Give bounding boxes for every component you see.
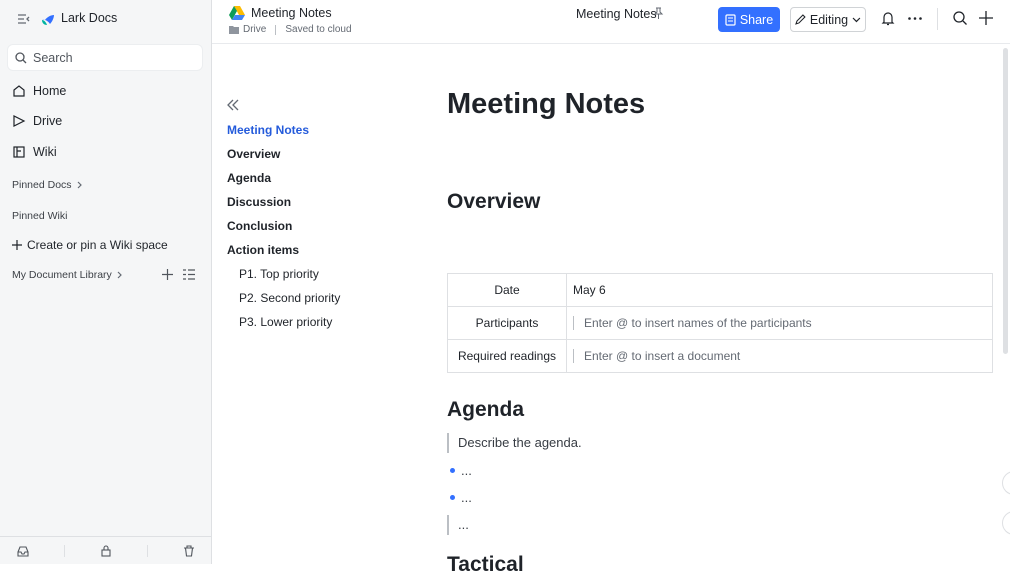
table-cell-label[interactable]: Date xyxy=(447,273,567,307)
sidebar-item-wiki[interactable]: Wiki xyxy=(12,140,202,164)
divider xyxy=(64,544,66,557)
doc-location[interactable]: Drive xyxy=(243,24,266,35)
side-more-tab[interactable] xyxy=(1002,511,1010,535)
search-input[interactable]: Search xyxy=(7,44,203,71)
collapse-outline-icon[interactable] xyxy=(227,99,239,111)
share-doc-icon xyxy=(725,13,736,26)
list-item[interactable]: ... xyxy=(450,490,472,505)
lock-icon[interactable] xyxy=(100,544,112,557)
doc-library-label: My Document Library xyxy=(12,269,112,281)
search-icon[interactable] xyxy=(953,11,967,25)
heading-overview[interactable]: Overview xyxy=(447,190,540,214)
doc-heading-title[interactable]: Meeting Notes xyxy=(447,88,645,121)
chevron-down-icon xyxy=(852,17,861,23)
readings-placeholder: Enter @ to insert a document xyxy=(573,349,741,363)
toc-item-meeting-notes[interactable]: Meeting Notes xyxy=(227,123,309,137)
toc-subitem-p3[interactable]: P3. Lower priority xyxy=(239,315,332,329)
bullet-dot xyxy=(450,495,455,500)
plus-icon[interactable] xyxy=(979,11,993,25)
share-button[interactable]: Share xyxy=(718,7,780,32)
lark-logo-icon xyxy=(42,15,54,25)
sidebar-item-label: Home xyxy=(33,84,67,98)
agenda-description[interactable]: Describe the agenda. xyxy=(447,433,582,453)
sidebar-bottom-bar xyxy=(0,536,212,564)
app-name: Lark Docs xyxy=(61,11,118,25)
editing-mode-dropdown[interactable]: Editing xyxy=(790,7,866,32)
create-wiki-label: Create or pin a Wiki space xyxy=(27,238,168,252)
home-icon xyxy=(13,85,25,97)
sidebar-item-drive[interactable]: Drive xyxy=(12,109,202,133)
table-row: Participants Enter @ to insert names of … xyxy=(447,306,993,340)
search-placeholder: Search xyxy=(33,51,73,65)
pin-icon[interactable] xyxy=(653,7,664,19)
toc-item-discussion[interactable]: Discussion xyxy=(227,195,291,209)
chevron-right-icon xyxy=(117,271,122,279)
toc-item-overview[interactable]: Overview xyxy=(227,147,280,161)
doc-topbar: Meeting Notes Drive Saved to cloud Meeti… xyxy=(212,0,1010,44)
heading-agenda[interactable]: Agenda xyxy=(447,398,524,422)
create-wiki-button[interactable]: Create or pin a Wiki space xyxy=(12,233,202,257)
participants-placeholder: Enter @ to insert names of the participa… xyxy=(573,316,812,330)
drive-logo-icon xyxy=(229,6,245,20)
chevron-right-icon xyxy=(77,181,82,189)
table-cell-label[interactable]: Participants xyxy=(447,306,567,340)
table-cell-label[interactable]: Required readings xyxy=(447,339,567,373)
pinned-wiki-section[interactable]: Pinned Wiki xyxy=(12,210,67,222)
bell-icon[interactable] xyxy=(881,11,895,26)
toc-item-agenda[interactable]: Agenda xyxy=(227,171,271,185)
date-value[interactable]: May 6 xyxy=(566,273,993,307)
sidebar-header: Lark Docs xyxy=(0,0,212,38)
doc-library-section[interactable]: My Document Library xyxy=(12,269,202,281)
divider xyxy=(937,8,938,30)
toc-item-action-items[interactable]: Action items xyxy=(227,243,299,257)
scrollbar[interactable] xyxy=(1003,48,1008,354)
toc-subitem-p2[interactable]: P2. Second priority xyxy=(239,291,340,305)
quote-block[interactable]: ... xyxy=(447,515,469,535)
participants-field[interactable]: Enter @ to insert names of the participa… xyxy=(566,306,993,340)
divider xyxy=(275,24,277,35)
center-doc-title: Meeting Notes xyxy=(576,7,657,21)
toc-item-conclusion[interactable]: Conclusion xyxy=(227,219,292,233)
folder-icon xyxy=(229,26,239,34)
sidebar: Lark Docs Search Home Drive Wiki Pinned … xyxy=(0,0,212,564)
list-item[interactable]: ... xyxy=(450,463,472,478)
sidebar-item-home[interactable]: Home xyxy=(12,79,202,103)
readings-field[interactable]: Enter @ to insert a document xyxy=(566,339,993,373)
toc-subitem-p1[interactable]: P1. Top priority xyxy=(239,267,319,281)
pencil-icon xyxy=(795,14,806,25)
bullet-dot xyxy=(450,468,455,473)
list-view-icon[interactable] xyxy=(183,269,195,280)
inbox-icon[interactable] xyxy=(17,545,29,557)
divider xyxy=(146,544,148,557)
table-row: Date May 6 xyxy=(447,273,993,307)
share-label: Share xyxy=(739,12,774,27)
pinned-docs-section[interactable]: Pinned Docs xyxy=(12,179,85,191)
list-item-text: ... xyxy=(461,490,472,505)
add-doc-icon[interactable] xyxy=(162,269,173,280)
doc-meta: Drive Saved to cloud xyxy=(229,24,352,35)
pinned-docs-label: Pinned Docs xyxy=(12,179,72,191)
sidebar-item-label: Drive xyxy=(33,114,63,128)
trash-icon[interactable] xyxy=(183,544,195,557)
overview-table: Date May 6 Participants Enter @ to inser… xyxy=(447,273,993,373)
collapse-sidebar-icon[interactable] xyxy=(17,12,31,26)
pinned-wiki-label: Pinned Wiki xyxy=(12,210,68,222)
plus-icon xyxy=(12,240,22,250)
list-item-text: ... xyxy=(461,463,472,478)
more-icon[interactable] xyxy=(908,17,922,20)
wiki-icon xyxy=(13,146,25,158)
doc-title[interactable]: Meeting Notes xyxy=(251,6,332,20)
save-status: Saved to cloud xyxy=(285,24,352,35)
side-comment-tab[interactable] xyxy=(1002,471,1010,495)
drive-icon xyxy=(13,115,26,127)
table-row: Required readings Enter @ to insert a do… xyxy=(447,339,993,373)
search-icon xyxy=(15,52,27,64)
sidebar-item-label: Wiki xyxy=(33,145,57,159)
heading-next-section[interactable]: Tactical xyxy=(447,553,524,577)
editing-label: Editing xyxy=(809,12,849,27)
